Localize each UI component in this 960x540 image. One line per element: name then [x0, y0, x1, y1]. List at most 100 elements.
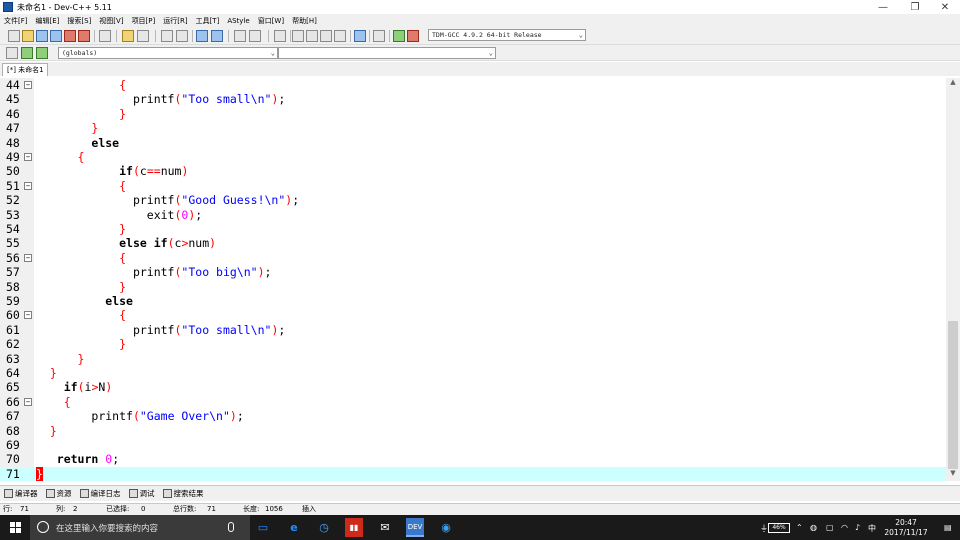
remove-from-project-icon[interactable] — [334, 30, 346, 42]
save-icon[interactable] — [36, 30, 48, 42]
minimize-button[interactable]: — — [870, 0, 896, 14]
menu-file[interactable]: 文件[F] — [0, 16, 32, 26]
display-icon[interactable]: ▢ — [826, 523, 834, 532]
code-line[interactable]: 62 } — [0, 337, 946, 351]
syntax-check-icon[interactable] — [354, 30, 366, 42]
ime-indicator[interactable]: 中 — [868, 523, 876, 534]
devcpp-taskbar-icon[interactable]: DEV — [406, 518, 424, 537]
scroll-down-icon[interactable]: ▼ — [946, 469, 960, 481]
tab-untitled1[interactable]: [*] 未命名1 — [2, 63, 48, 76]
code-line[interactable]: 46 } — [0, 107, 946, 121]
qq-icon[interactable]: ◍ — [810, 523, 817, 532]
open-file-icon[interactable] — [22, 30, 34, 42]
code-line[interactable]: 65 if(i>N) — [0, 380, 946, 394]
menu-tools[interactable]: 工具[T] — [192, 16, 224, 26]
project-options-icon[interactable] — [306, 30, 318, 42]
menu-window[interactable]: 窗口[W] — [254, 16, 288, 26]
code-line[interactable]: 63 } — [0, 352, 946, 366]
redo-icon[interactable] — [137, 30, 149, 42]
menu-run[interactable]: 运行[R] — [159, 16, 191, 26]
notification-icon[interactable]: ▤ — [944, 523, 952, 532]
goto-declaration-icon[interactable] — [21, 47, 33, 59]
maximize-button[interactable]: ❐ — [902, 0, 928, 14]
scrollbar-thumb[interactable] — [948, 321, 958, 469]
code-line[interactable]: 69 — [0, 438, 946, 452]
unindent-icon[interactable] — [249, 30, 261, 42]
microphone-icon[interactable] — [228, 522, 234, 532]
print-icon[interactable] — [99, 30, 111, 42]
code-line[interactable]: 49− { — [0, 150, 946, 164]
insert-icon[interactable] — [6, 47, 18, 59]
tab-compile-log[interactable]: 编译日志 — [79, 488, 121, 499]
code-line[interactable]: 59 else — [0, 294, 946, 308]
new-project-icon[interactable] — [292, 30, 304, 42]
browser-app-icon[interactable]: ◉ — [437, 518, 455, 537]
code-line[interactable]: 55 else if(c>num) — [0, 236, 946, 250]
volume-icon[interactable]: ♪ — [855, 523, 860, 532]
edge-browser-icon[interactable]: e — [285, 518, 303, 537]
menu-search[interactable]: 搜索[S] — [63, 16, 95, 26]
fold-toggle-icon[interactable]: − — [24, 153, 32, 161]
close-file-icon[interactable] — [64, 30, 76, 42]
toggle-bookmark-icon[interactable] — [274, 30, 286, 42]
code-line[interactable]: 64 } — [0, 366, 946, 380]
new-file-icon[interactable] — [8, 30, 20, 42]
taskbar-search-box[interactable]: 在这里输入你要搜索的内容 — [30, 515, 250, 540]
code-line[interactable]: 61 printf("Too small\n"); — [0, 323, 946, 337]
code-line[interactable]: 51− { — [0, 179, 946, 193]
wifi-icon[interactable]: ◠ — [841, 523, 848, 532]
code-line[interactable]: 67 printf("Game Over\n"); — [0, 409, 946, 423]
fold-toggle-icon[interactable]: − — [24, 81, 32, 89]
tab-debug[interactable]: 调试 — [128, 488, 155, 499]
close-all-icon[interactable] — [78, 30, 90, 42]
code-line[interactable]: 48 else — [0, 136, 946, 150]
fold-toggle-icon[interactable]: − — [24, 181, 32, 190]
menu-project[interactable]: 项目[P] — [128, 16, 160, 26]
tab-search-results[interactable]: 搜索结果 — [162, 488, 204, 499]
scroll-up-icon[interactable]: ▲ — [946, 78, 960, 90]
goto-definition-icon[interactable] — [36, 47, 48, 59]
save-all-icon[interactable] — [50, 30, 62, 42]
indent-icon[interactable] — [234, 30, 246, 42]
task-view-icon[interactable]: ▭ — [254, 518, 272, 537]
code-line[interactable]: 68 } — [0, 424, 946, 438]
menu-astyle[interactable]: AStyle — [223, 17, 253, 25]
code-line[interactable]: 44− { — [0, 78, 946, 92]
windows-start-icon[interactable] — [10, 522, 21, 533]
code-line[interactable]: 45 printf("Too small\n"); — [0, 92, 946, 106]
code-line[interactable]: 54 } — [0, 222, 946, 236]
view-icon[interactable] — [196, 30, 208, 42]
code-line[interactable]: 52 printf("Good Guess!\n"); — [0, 193, 946, 207]
code-line[interactable]: 60− { — [0, 308, 946, 322]
fold-toggle-icon[interactable]: − — [24, 311, 32, 320]
tab-compiler[interactable]: 编译器 — [4, 488, 38, 499]
code-line[interactable]: 58 } — [0, 280, 946, 294]
replace-icon[interactable] — [176, 30, 188, 42]
profile-chart-icon[interactable] — [393, 30, 405, 42]
add-to-project-icon[interactable] — [320, 30, 332, 42]
scope-select[interactable]: (globals) ⌄ — [58, 47, 278, 59]
member-select[interactable]: ⌄ — [278, 47, 496, 59]
chevron-up-icon[interactable]: ⌃ — [796, 523, 803, 532]
code-line[interactable]: 56− { — [0, 251, 946, 265]
code-line[interactable]: 53 exit(0); — [0, 208, 946, 222]
clock-app-icon[interactable]: ◷ — [315, 518, 333, 537]
code-line[interactable]: 47 } — [0, 121, 946, 135]
code-line[interactable]: 57 printf("Too big\n"); — [0, 265, 946, 279]
tab-resources[interactable]: 资源 — [45, 488, 72, 499]
taskbar-clock[interactable]: 20:47 2017/11/17 — [876, 518, 936, 538]
red-app-icon[interactable]: ▮▮ — [345, 518, 363, 537]
menu-edit[interactable]: 编辑[E] — [32, 16, 64, 26]
close-button[interactable]: ✕ — [932, 0, 958, 14]
fold-toggle-icon[interactable]: − — [24, 253, 32, 262]
stop-execution-icon[interactable] — [373, 30, 385, 42]
code-line[interactable]: 71} — [0, 466, 946, 481]
code-editor[interactable]: 44− {45 printf("Too small\n"); 46 } 47 } 48… — [0, 78, 946, 481]
code-line[interactable]: 50 if(c==num) — [0, 164, 946, 178]
mail-icon[interactable]: ✉ — [376, 518, 394, 537]
undo-icon[interactable] — [122, 30, 134, 42]
fold-toggle-icon[interactable]: − — [24, 397, 32, 406]
vertical-scrollbar[interactable]: ▲ ▼ — [946, 78, 960, 481]
code-line[interactable]: 70 return 0; — [0, 452, 946, 466]
menu-view[interactable]: 视图[V] — [95, 16, 127, 26]
